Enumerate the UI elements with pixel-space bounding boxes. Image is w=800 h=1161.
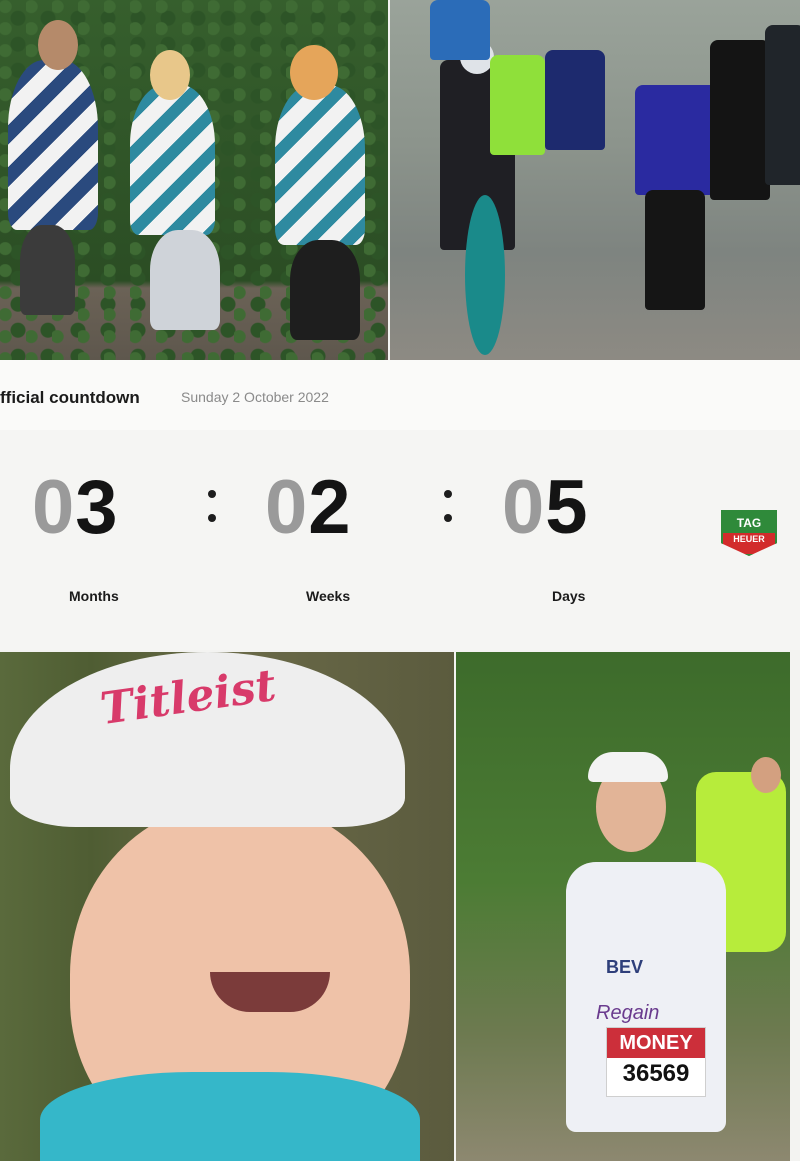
runner-background: [430, 0, 490, 60]
countdown-title: fficial countdown: [0, 388, 140, 407]
months-digit-tens: 0: [32, 465, 76, 550]
photo-marathon-runner: BEV Regain MONEY 36569: [456, 652, 790, 1161]
separator-colon-1: [205, 488, 217, 528]
teal-top: [40, 1072, 420, 1161]
bib-sponsor: MONEY: [607, 1028, 705, 1058]
runner-cap: [588, 752, 668, 782]
photo-collage-page: fficial countdown Sunday 2 October 2022 …: [0, 0, 800, 1161]
person-poncho-2: [130, 85, 215, 235]
tag-heuer-logo: TAG HEUER: [721, 510, 777, 556]
days-value: 05: [502, 470, 589, 546]
person-head-1: [38, 20, 78, 70]
logo-bottom-text: HEUER: [733, 534, 765, 544]
race-bib: MONEY 36569: [606, 1027, 706, 1097]
background-runner-head: [751, 757, 781, 793]
countdown-panel: fficial countdown Sunday 2 October 2022 …: [0, 360, 800, 650]
photo-smiling-runner-closeup: Titleist: [0, 652, 454, 1161]
person-legs-3: [290, 240, 360, 340]
bib-name: BEV: [606, 957, 644, 977]
runner-green-top: [490, 55, 545, 155]
days-label: Days: [552, 588, 586, 604]
months-label: Months: [69, 588, 119, 604]
event-date: Sunday 2 October 2022: [181, 389, 329, 405]
bicycle: [465, 195, 505, 355]
person-poncho-1: [8, 60, 98, 230]
white-cap: Titleist: [10, 652, 405, 827]
cap-brand-text: Titleist: [97, 659, 280, 736]
logo-top-text: TAG: [723, 512, 775, 533]
countdown-header: fficial countdown Sunday 2 October 2022: [0, 360, 800, 430]
photo-runners-street: [390, 0, 800, 360]
runner-legs: [645, 190, 705, 310]
runner-dark: [710, 40, 770, 200]
days-digit-ones: 5: [545, 465, 589, 550]
person-legs-2: [150, 230, 220, 330]
person-poncho-3: [275, 85, 365, 245]
person-head-2: [150, 50, 190, 100]
person-head-3: [290, 45, 338, 100]
runner-far-right: [765, 25, 800, 185]
weeks-digit-ones: 2: [308, 465, 352, 550]
weeks-digit-tens: 0: [265, 465, 309, 550]
months-digit-ones: 3: [75, 465, 119, 550]
separator-colon-2: [441, 488, 453, 528]
weeks-value: 02: [265, 470, 352, 546]
bib-number: 36569: [622, 1060, 690, 1087]
days-digit-tens: 0: [502, 465, 546, 550]
charity-logo-text: Regain: [596, 1002, 660, 1024]
photo-costumed-group: [0, 0, 388, 360]
months-value: 03: [32, 470, 119, 546]
runner-navy-top: [545, 50, 605, 150]
weeks-label: Weeks: [306, 588, 351, 604]
person-legs-1: [20, 225, 75, 315]
